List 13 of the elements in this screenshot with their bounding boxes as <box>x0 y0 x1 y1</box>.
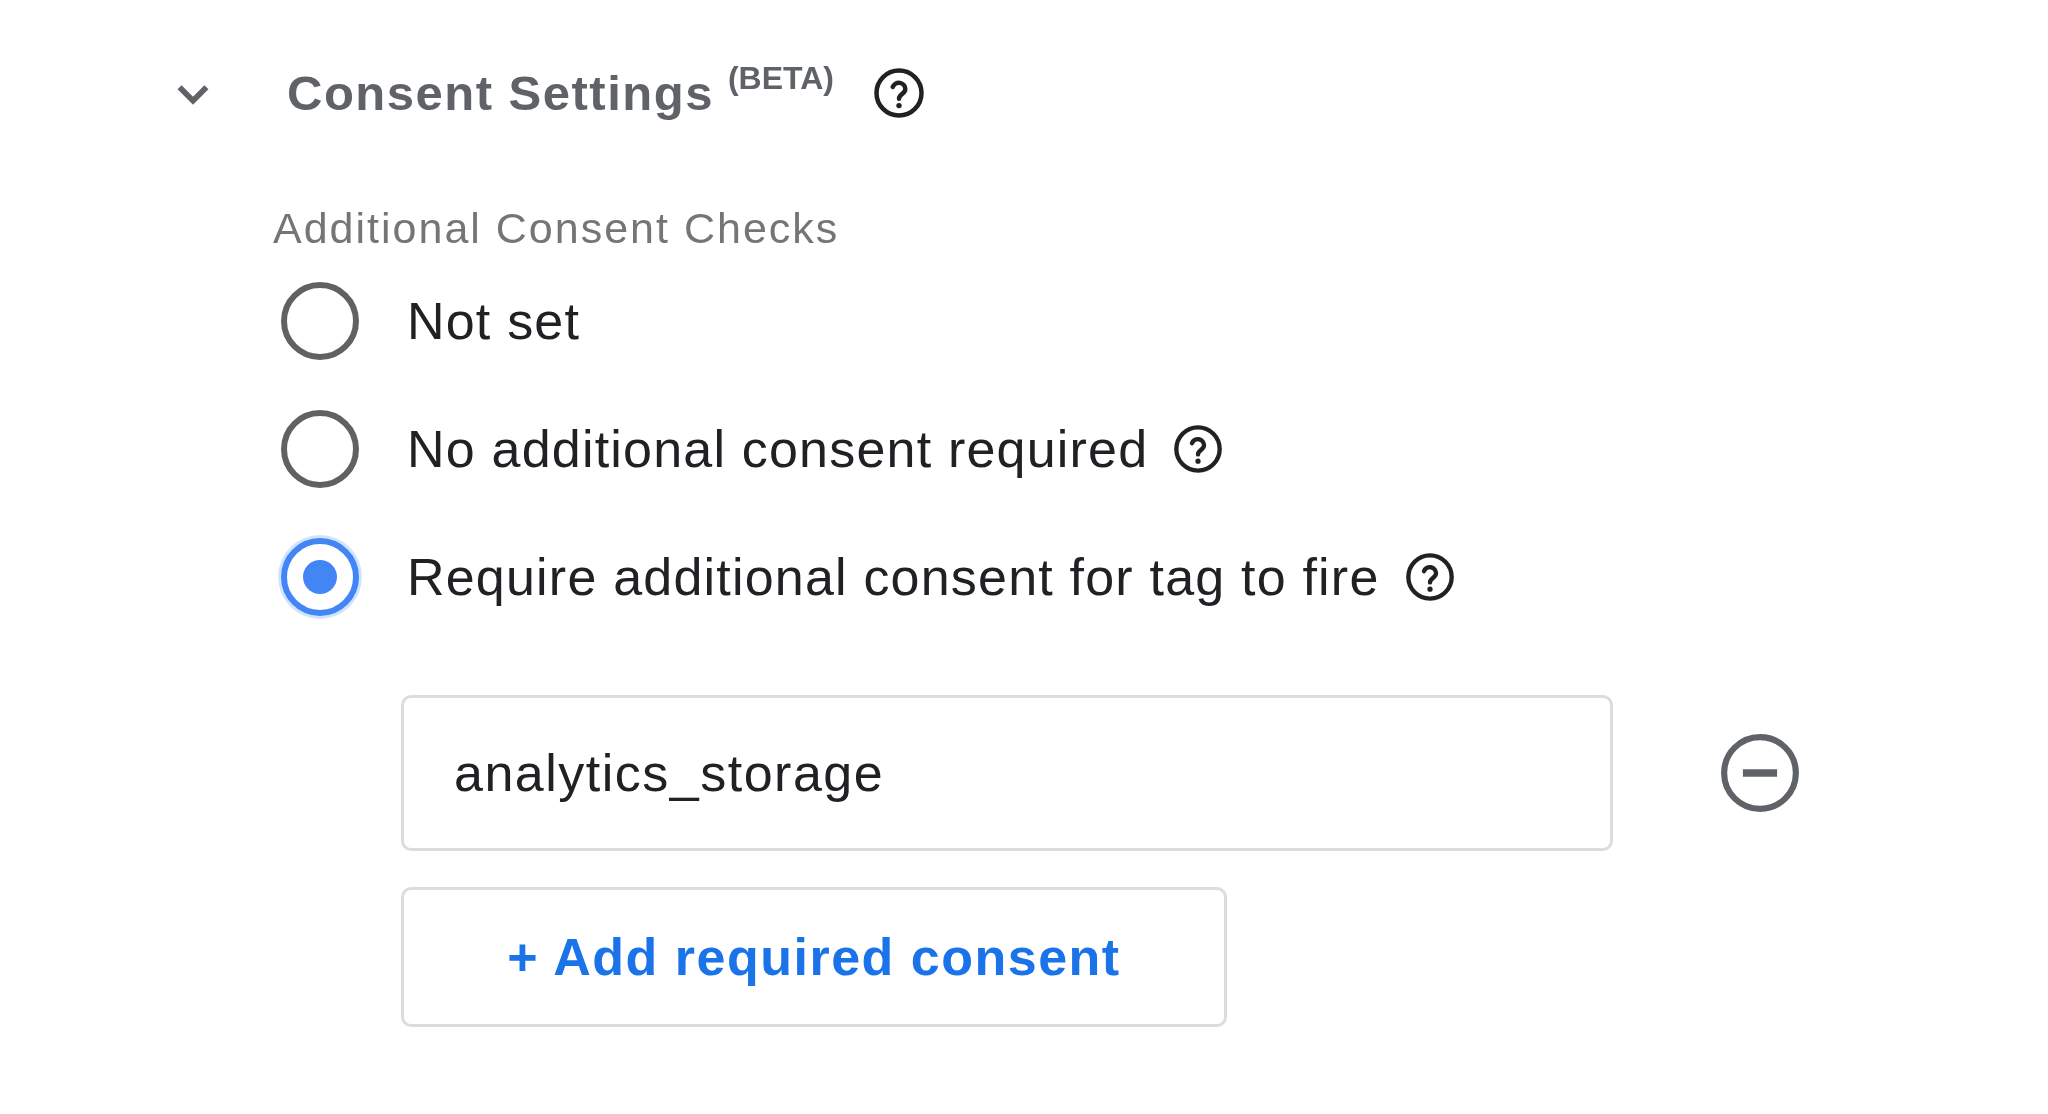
help-icon[interactable] <box>1403 551 1456 603</box>
consent-field[interactable]: analytics_storage <box>401 695 1613 851</box>
add-consent-button[interactable]: + Add required consent <box>401 887 1227 1027</box>
remove-icon[interactable] <box>1719 732 1801 814</box>
radio-button[interactable] <box>281 538 359 616</box>
help-icon[interactable] <box>1172 423 1225 475</box>
beta-label: (BETA) <box>727 60 834 97</box>
section-title: Consent Settings <box>287 65 714 121</box>
option-label[interactable]: Require additional consent for tag to fire <box>407 547 1380 607</box>
option-label[interactable]: Not set <box>407 291 581 351</box>
option-label[interactable]: No additional consent required <box>407 419 1149 479</box>
help-icon[interactable] <box>871 66 926 120</box>
group-label: Additional Consent Checks <box>273 204 840 253</box>
